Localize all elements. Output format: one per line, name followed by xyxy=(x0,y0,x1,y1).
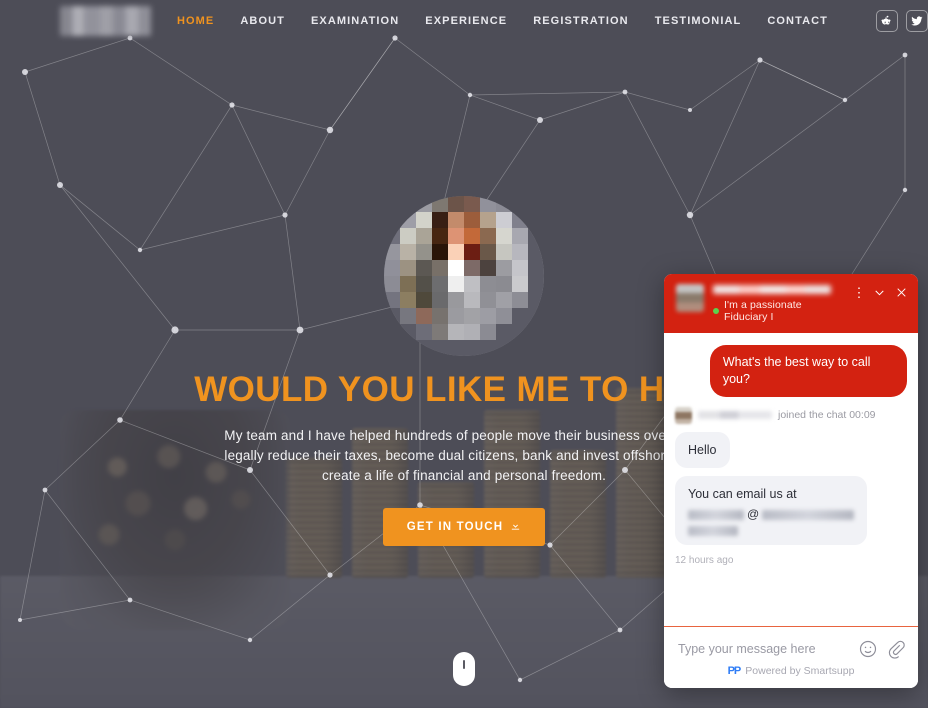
download-icon xyxy=(510,520,521,534)
visitor-avatar xyxy=(675,406,692,424)
chat-widget: I'm a passionate Fiduciary I ⋮ What's th… xyxy=(664,274,918,688)
redacted-email-line2 xyxy=(688,526,854,537)
reddit-icon[interactable] xyxy=(876,9,898,32)
email-intro-text: You can email us at xyxy=(688,486,797,501)
social-links xyxy=(876,9,928,32)
avatar xyxy=(384,196,544,356)
paperclip-icon[interactable] xyxy=(886,639,906,659)
at-sign: @ xyxy=(747,507,760,521)
scroll-wheel-dot xyxy=(463,660,465,669)
agent-info: I'm a passionate Fiduciary I xyxy=(713,284,845,323)
chat-header: I'm a passionate Fiduciary I ⋮ xyxy=(664,274,918,333)
nav-item-about[interactable]: ABOUT xyxy=(240,15,285,27)
chat-footer: PP Powered by Smartsupp xyxy=(664,626,918,688)
redacted-email-tail xyxy=(688,526,738,537)
chevron-down-icon[interactable] xyxy=(873,286,886,299)
nav-item-experience[interactable]: EXPERIENCE xyxy=(425,15,507,27)
chat-message-input[interactable] xyxy=(678,642,850,656)
agent-name xyxy=(713,285,831,294)
nav-item-contact[interactable]: CONTACT xyxy=(767,15,828,27)
scroll-down-indicator[interactable] xyxy=(453,652,475,686)
redacted-email: @ xyxy=(688,506,855,523)
nav-item-examination[interactable]: EXAMINATION xyxy=(311,15,399,27)
close-icon[interactable] xyxy=(895,286,908,299)
chat-system-message: joined the chat 00:09 xyxy=(675,406,907,424)
online-status-dot xyxy=(713,308,719,314)
page-title: WOULD YOU LIKE ME TO HELP xyxy=(194,370,734,409)
message-timestamp: 12 hours ago xyxy=(675,555,734,567)
chat-input-row xyxy=(664,627,918,665)
agent-avatar xyxy=(676,284,704,312)
smiley-icon[interactable] xyxy=(858,639,878,659)
site-header: HOME ABOUT EXAMINATION EXPERIENCE REGIST… xyxy=(0,0,928,41)
visitor-name xyxy=(698,411,772,420)
redacted-email-user xyxy=(688,509,744,520)
join-text: joined the chat 00:09 xyxy=(778,409,876,422)
nav-item-testimonial[interactable]: TESTIMONIAL xyxy=(655,15,742,27)
smartsupp-brand-text: Powered by Smartsupp xyxy=(745,665,855,677)
smartsupp-logo-icon: PP xyxy=(727,665,742,677)
agent-status: I'm a passionate Fiduciary I xyxy=(713,299,845,323)
chat-branding: PP Powered by Smartsupp xyxy=(664,665,918,688)
kebab-menu-icon[interactable]: ⋮ xyxy=(853,286,866,299)
page-root: HOME ABOUT EXAMINATION EXPERIENCE REGIST… xyxy=(0,0,928,708)
twitter-icon[interactable] xyxy=(906,9,928,32)
chat-message-outgoing: What's the best way to call you? xyxy=(709,345,907,397)
nav-item-registration[interactable]: REGISTRATION xyxy=(533,15,629,27)
redacted-email-domain xyxy=(762,509,855,520)
cta-label: GET IN TOUCH xyxy=(406,521,504,533)
hero-paragraph: My team and I have helped hundreds of pe… xyxy=(224,428,704,483)
site-logo[interactable] xyxy=(60,5,151,36)
chat-message-incoming: Hello xyxy=(675,431,730,468)
agent-status-text: I'm a passionate Fiduciary I xyxy=(724,299,802,323)
chat-header-actions: ⋮ xyxy=(853,284,908,299)
chat-message-incoming-email: You can email us at @ xyxy=(675,475,868,546)
get-in-touch-button[interactable]: GET IN TOUCH xyxy=(382,508,546,546)
nav-item-home[interactable]: HOME xyxy=(177,15,214,27)
chat-message-list[interactable]: What's the best way to call you? joined … xyxy=(664,333,918,626)
main-navigation: HOME ABOUT EXAMINATION EXPERIENCE REGIST… xyxy=(177,9,928,32)
